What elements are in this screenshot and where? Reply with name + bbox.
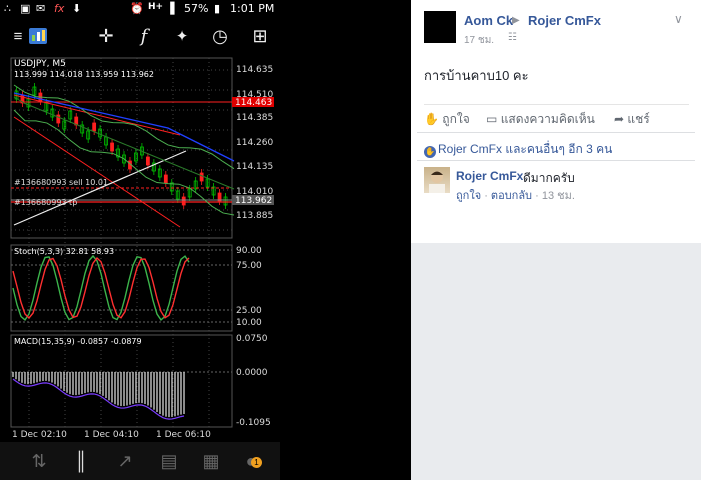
post-time[interactable]: 17 ชม. xyxy=(464,33,494,48)
macd-label: MACD(15,35,9) -0.0857 -0.0879 xyxy=(14,337,142,346)
price-axis-label: 114.385 xyxy=(236,113,273,123)
clock-time: 1:01 PM xyxy=(230,2,275,15)
candle-body xyxy=(145,156,150,166)
comment-button[interactable]: ▭ แสดงความคิดเห็น xyxy=(486,110,595,129)
time-axis-label: 1 Dec 02:10 xyxy=(12,430,67,440)
gallery-icon: ▣ xyxy=(20,2,31,15)
chart-toolbar: ≡ ✛ f ✦ ◷ ⊞ xyxy=(0,18,280,54)
history-icon[interactable]: ▤ xyxy=(146,442,192,480)
channel-lower xyxy=(13,116,181,228)
like-button[interactable]: ✋ ถูกใจ xyxy=(424,110,470,129)
crosshair-icon[interactable]: ✛ xyxy=(88,18,124,54)
stoch-axis-label: 75.00 xyxy=(236,261,262,271)
signal-icon: ▐ xyxy=(166,2,175,15)
chat-badge: 1 xyxy=(251,457,262,468)
candle-body xyxy=(181,196,186,206)
time-axis-label: 1 Dec 04:10 xyxy=(84,430,139,440)
stoch-label: Stoch(5,3,3) 32.81 58.93 xyxy=(14,247,114,256)
fx-app-icon: fx xyxy=(54,2,65,15)
post-text: การบ้านคาบ10 คะ xyxy=(424,68,529,83)
price-chart[interactable]: 114.635114.510114.385114.260114.135114.0… xyxy=(0,55,280,442)
function-icon[interactable]: f xyxy=(126,18,162,54)
stoch-signal-line xyxy=(12,256,190,320)
privacy-icon: ☷ xyxy=(508,32,517,43)
mt4-screen: ∴ ▣ ✉ fx ⬇ ⏰ H+ ▐ 57% ▮ 1:01 PM ≡ ✛ f ✦ … xyxy=(0,0,280,480)
wifi-icon: ∴ xyxy=(4,2,11,15)
alarm-icon: ⏰ xyxy=(130,2,144,15)
macd-signal-line xyxy=(12,378,185,420)
battery-percent: 57% xyxy=(184,2,209,15)
share-arrow-icon: ➦ xyxy=(614,112,625,126)
share-button[interactable]: ➦ แชร์ xyxy=(614,110,650,129)
main-panel-frame xyxy=(10,57,233,239)
chart-icon[interactable]: ║ xyxy=(58,442,104,480)
current-price: 113.962 xyxy=(235,196,272,206)
thumbs-up-icon: ✋ xyxy=(424,112,439,126)
facebook-panel: Aom Ck ▶ Rojer CmFx ∨ 17 ชม. ☷ การบ้านคา… xyxy=(411,0,701,480)
trade-icon[interactable]: ↗ xyxy=(102,442,148,480)
arrow-right-icon: ▶ xyxy=(512,15,520,26)
chevron-down-icon[interactable]: ∨ xyxy=(674,12,683,26)
symbol-label: USDJPY, M5 xyxy=(14,59,66,69)
candle-body xyxy=(199,172,204,182)
comment-area xyxy=(417,205,700,243)
author-name[interactable]: Aom Ck xyxy=(464,13,513,28)
price-axis-label: 114.260 xyxy=(236,138,273,148)
order-sell-label: #136680993 sell 10.01 xyxy=(14,178,108,187)
indicators-icon[interactable]: ✦ xyxy=(164,18,200,54)
price-axis-label: 114.135 xyxy=(236,162,273,172)
target-name[interactable]: Rojer CmFx xyxy=(528,13,601,28)
comment-reply-link[interactable]: ตอบกลับ xyxy=(491,190,532,202)
chart-grid xyxy=(10,57,233,428)
clock-icon[interactable]: ◷ xyxy=(202,18,238,54)
stoch-axis-label: 90.00 xyxy=(236,246,262,256)
macd-axis-label: 0.0750 xyxy=(236,334,268,344)
candle-body xyxy=(163,174,168,184)
mt4-logo-icon[interactable] xyxy=(20,18,56,54)
candle-body xyxy=(92,122,97,132)
divider xyxy=(417,160,695,161)
comment-like-link[interactable]: ถูกใจ xyxy=(456,190,481,202)
candle-body xyxy=(110,142,114,152)
ohlc-label: 113.999 114.018 113.959 113.962 xyxy=(14,70,154,79)
macd-axis-label: 0.0000 xyxy=(236,368,268,378)
author-avatar[interactable] xyxy=(424,11,456,43)
comment-time[interactable]: 13 ชม. xyxy=(542,190,575,202)
time-axis-label: 1 Dec 06:10 xyxy=(156,430,211,440)
resistance-price: 114.463 xyxy=(235,98,272,108)
order-tp-label: #136680993 tp xyxy=(14,198,77,207)
price-axis-label: 114.635 xyxy=(236,65,273,75)
divider xyxy=(424,104,689,105)
post-actions: ✋ ถูกใจ ▭ แสดงความคิดเห็น ➦ แชร์ xyxy=(424,110,689,126)
stoch-axis-label: 25.00 xyxy=(236,306,262,316)
mail-icon: ✉ xyxy=(36,2,46,15)
likes-summary[interactable]: ✋ Rojer CmFx และคนอื่นๆ อีก 3 คน xyxy=(424,140,612,159)
price-axis-label: 113.885 xyxy=(236,211,273,221)
stoch-axis-label: 10.00 xyxy=(236,318,262,328)
commenter-name[interactable]: Rojer CmFx xyxy=(456,169,523,183)
add-object-icon[interactable]: ⊞ xyxy=(242,18,278,54)
bottom-nav: ⇅ ║ ↗ ▤ ▦ ● 1 xyxy=(0,442,280,480)
hplus-network-icon: H+ xyxy=(148,2,164,12)
macd-axis-label: -0.1095 xyxy=(236,418,271,428)
download-icon: ⬇ xyxy=(72,2,82,15)
quotes-icon[interactable]: ⇅ xyxy=(16,442,62,480)
commenter-avatar[interactable] xyxy=(424,167,450,193)
channel-upper xyxy=(13,94,181,136)
comment-meta: ถูกใจ · ตอบกลับ · 13 ชม. xyxy=(456,190,575,202)
speech-bubble-icon: ▭ xyxy=(486,112,498,126)
battery-icon: ▮ xyxy=(214,2,221,15)
status-bar: ∴ ▣ ✉ fx ⬇ ⏰ H+ ▐ 57% ▮ 1:01 PM xyxy=(0,0,280,18)
divider xyxy=(417,132,695,133)
like-reaction-icon: ✋ xyxy=(424,146,436,158)
